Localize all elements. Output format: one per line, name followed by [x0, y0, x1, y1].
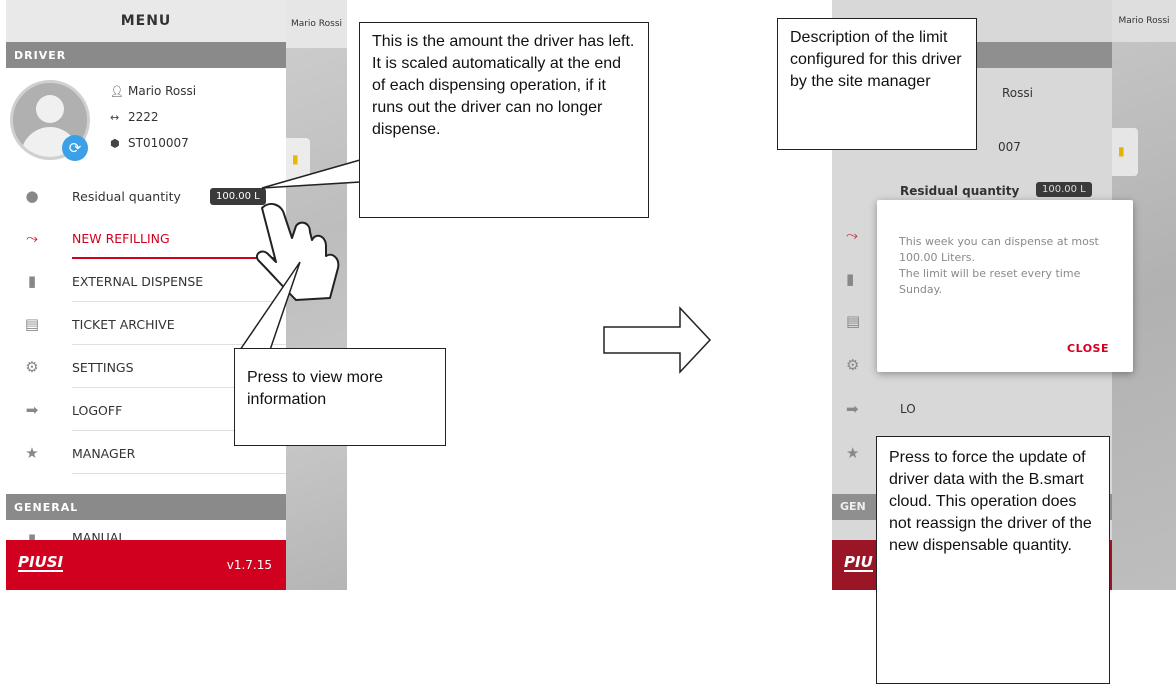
logoff-fragment: LO — [900, 402, 916, 416]
callout-pointer — [261, 159, 361, 189]
logout-icon: ➡ — [846, 400, 859, 418]
force-update-callout: Press to force the update of driver data… — [876, 436, 1110, 684]
residual-callout: This is the amount the driver has left. … — [359, 22, 649, 218]
limit-dialog: This week you can dispense at most 100.0… — [877, 200, 1133, 372]
press-info-callout: Press to view more information — [234, 348, 446, 446]
dialog-message-line1: This week you can dispense at most 100.0… — [899, 235, 1099, 264]
user-tag: Mario Rossi — [1112, 0, 1176, 42]
star-icon: ★ — [846, 444, 860, 462]
hand-pointer-icon — [256, 203, 340, 301]
driver-station-fragment: 007 — [998, 140, 1021, 154]
dialog-message: This week you can dispense at most 100.0… — [899, 234, 1119, 298]
residual-quantity-badge[interactable]: 100.00 L — [1036, 182, 1092, 197]
close-button[interactable]: CLOSE — [1067, 342, 1109, 355]
brand-logo: PIU — [844, 553, 873, 572]
fuel-pump-icon: ▮ — [846, 270, 855, 288]
driver-name-fragment: Rossi — [1002, 86, 1033, 100]
residual-quantity-label: Residual quantity — [900, 184, 1020, 198]
gear-icon: ⚙ — [846, 356, 860, 374]
limit-description-callout: Description of the limit configured for … — [777, 18, 977, 150]
signal-card: ▮ — [1112, 128, 1138, 176]
pump-nozzle-icon: ⤳ — [846, 226, 859, 244]
arrow-right-icon — [603, 306, 712, 374]
signal-icon: ▮ — [1118, 144, 1125, 158]
dialog-message-line2: The limit will be reset every time Sunda… — [899, 267, 1081, 296]
receipt-icon: ▤ — [846, 312, 861, 330]
callout-pointer — [238, 261, 301, 351]
